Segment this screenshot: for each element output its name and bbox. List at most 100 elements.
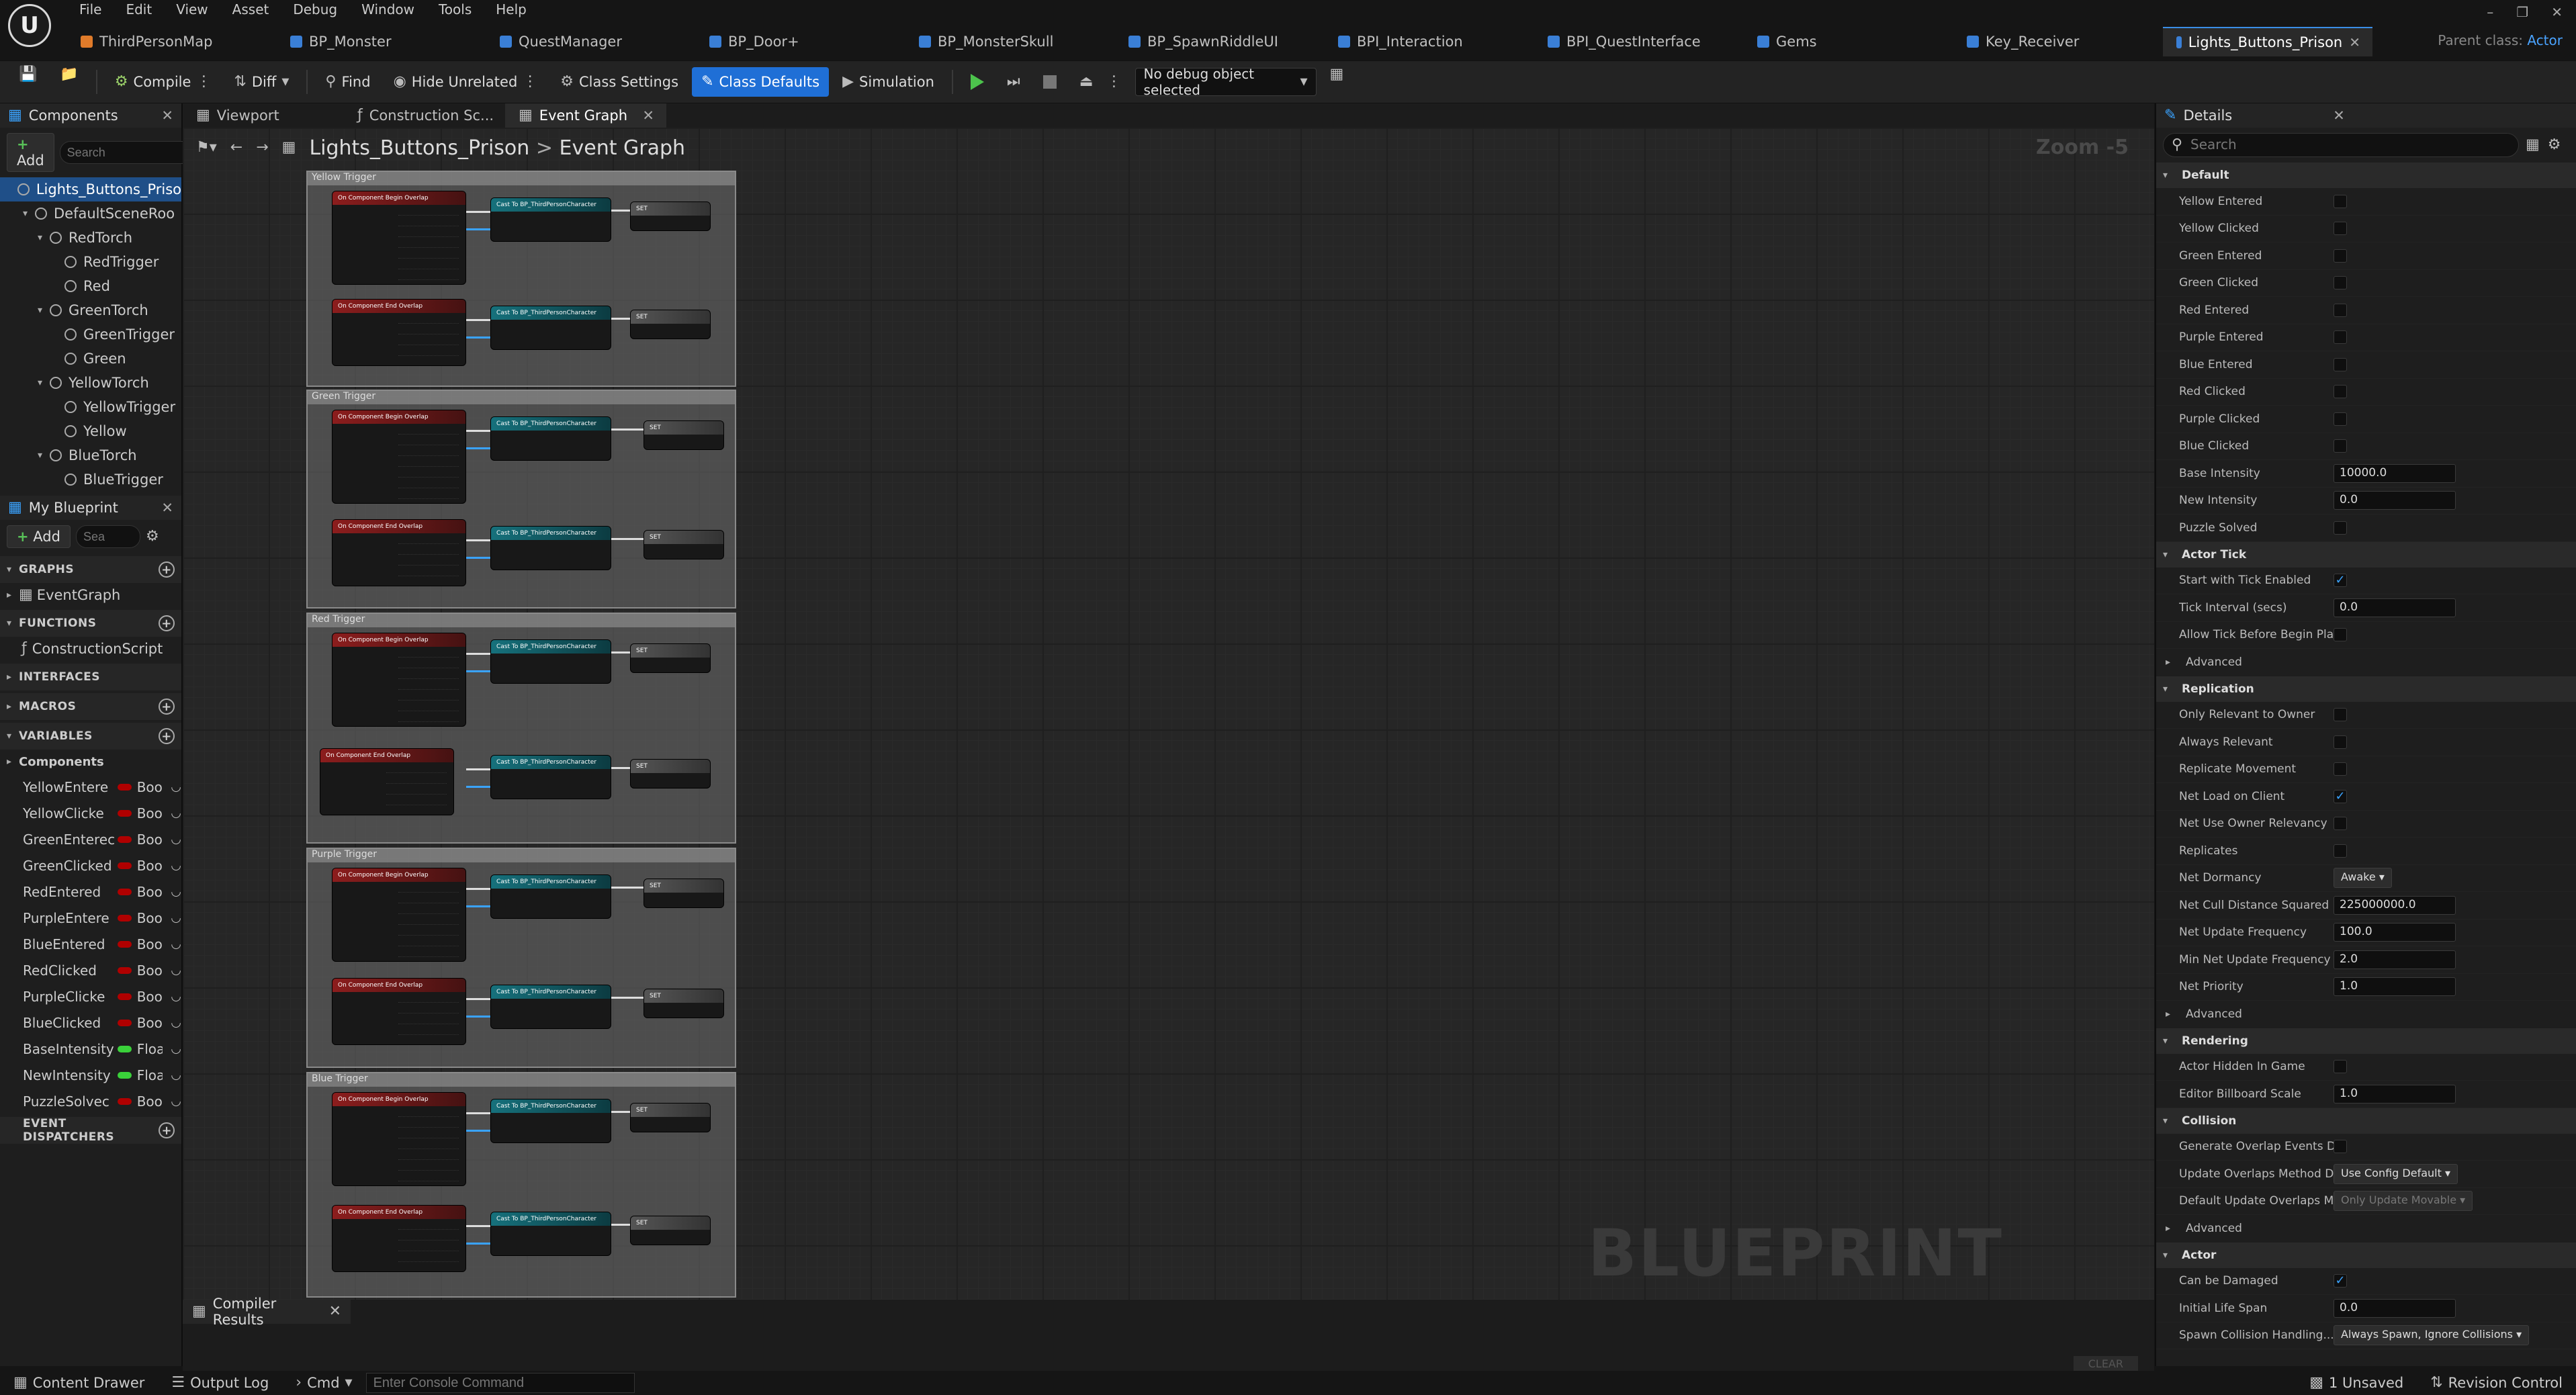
breadcrumb-root[interactable]: Lights_Buttons_Prison [309, 136, 529, 160]
property-checkbox[interactable] [2334, 817, 2347, 831]
menu-help[interactable]: Help [484, 0, 539, 21]
my-blueprint-tab[interactable]: ▦ My Blueprint ✕ [0, 496, 181, 520]
node-pin[interactable] [398, 317, 459, 324]
component-item[interactable]: ▾ DefaultSceneRoo [0, 201, 181, 226]
variable-item[interactable]: PurpleClicke Boole ◡ [0, 983, 181, 1009]
node-pin[interactable] [398, 220, 459, 226]
comment-box[interactable]: Purple Trigger On Component Begin Overlap… [306, 848, 736, 1068]
cast-node[interactable]: Cast To BP_ThirdPersonCharacter [490, 526, 611, 570]
node-pin[interactable] [398, 662, 459, 668]
add-graph-icon[interactable]: + [159, 561, 175, 578]
begin-overlap-node[interactable]: On Component Begin Overlap [332, 410, 466, 504]
minimize-icon[interactable]: – [2487, 4, 2493, 20]
doc-tab[interactable]: QuestManager [486, 27, 696, 56]
debug-object-select[interactable]: No debug object selected ▾ [1135, 66, 1317, 98]
visibility-eye-icon[interactable]: ◡ [171, 1068, 181, 1082]
expand-arrow-icon[interactable]: ▾ [38, 305, 50, 316]
doc-tab[interactable]: BP_Monster [277, 27, 486, 56]
stop-button[interactable] [1034, 67, 1066, 97]
variable-type-pill[interactable] [118, 836, 132, 843]
node-pin[interactable] [398, 241, 459, 248]
hide-unrelated-button[interactable]: ◉ Hide Unrelated ⋮ [384, 67, 547, 97]
node-pin[interactable] [386, 799, 447, 805]
node-pin[interactable] [398, 996, 459, 1003]
property-dropdown[interactable]: Awake ▾ [2334, 868, 2392, 889]
restore-icon[interactable]: ❐ [2516, 4, 2528, 20]
details-section-header[interactable]: ▾ Collision [2156, 1108, 2576, 1134]
cast-node[interactable]: Cast To BP_ThirdPersonCharacter [490, 197, 611, 242]
cmd-dropdown[interactable]: › Cmd ▾ [282, 1375, 365, 1391]
visibility-eye-icon[interactable]: ◡ [171, 1016, 181, 1030]
close-window-icon[interactable]: ✕ [2551, 4, 2563, 20]
menu-debug[interactable]: Debug [281, 0, 349, 21]
begin-overlap-node[interactable]: On Component Begin Overlap [332, 633, 466, 727]
variable-type-pill[interactable] [118, 1071, 132, 1079]
property-checkbox[interactable] [2334, 708, 2347, 722]
interfaces-section[interactable]: ▸ INTERFACES [0, 664, 181, 690]
property-checkbox[interactable] [2334, 222, 2347, 236]
node-pin[interactable] [398, 492, 459, 499]
console-command-input[interactable] [365, 1373, 635, 1393]
add-member-button[interactable]: + Add [7, 525, 71, 548]
visibility-eye-icon[interactable]: ◡ [171, 937, 181, 951]
cast-node[interactable]: Cast To BP_ThirdPersonCharacter [490, 985, 611, 1029]
graphs-section[interactable]: ▾ GRAPHS + [0, 556, 181, 583]
node-pin[interactable] [398, 1245, 459, 1251]
add-macro-icon[interactable]: + [159, 699, 175, 715]
close-icon[interactable]: ✕ [161, 500, 173, 516]
doc-tab[interactable]: BP_MonsterSkull [905, 27, 1115, 56]
property-value-field[interactable]: 1.0 [2334, 977, 2456, 997]
node-pin[interactable] [398, 651, 459, 658]
node-pin[interactable] [398, 439, 459, 445]
variable-type-pill[interactable] [118, 1097, 132, 1105]
begin-overlap-node[interactable]: On Component Begin Overlap [332, 868, 466, 962]
unsaved-button[interactable]: ▩ 1 Unsaved [2296, 1375, 2417, 1391]
play-button[interactable] [961, 67, 993, 97]
variable-item[interactable]: PurpleEntere Boole ◡ [0, 905, 181, 931]
node-pin[interactable] [398, 1039, 459, 1044]
class-settings-button[interactable]: ⚙ Class Settings [551, 67, 688, 97]
variable-item[interactable]: YellowEntere Boole ◡ [0, 774, 181, 800]
doc-tab[interactable]: BP_Door+ [696, 27, 905, 56]
property-value-field[interactable]: 0.0 [2334, 491, 2456, 510]
component-item[interactable]: Lights_Buttons_Priso [0, 177, 181, 201]
property-checkbox[interactable] [2334, 194, 2347, 208]
component-item[interactable]: ▾ GreenTorch [0, 298, 181, 322]
advanced-expander[interactable]: ▸ Advanced [2156, 1001, 2576, 1028]
close-tab-icon[interactable]: ✕ [2349, 34, 2360, 50]
node-pin[interactable] [398, 1132, 459, 1138]
eventgraph-item[interactable]: ▸ ▦ EventGraph [0, 583, 181, 607]
visibility-eye-icon[interactable]: ◡ [171, 858, 181, 872]
visibility-eye-icon[interactable]: ◡ [171, 780, 181, 794]
end-overlap-node[interactable]: On Component End Overlap [332, 299, 466, 366]
end-overlap-node[interactable]: On Component End Overlap [332, 519, 466, 586]
node-pin[interactable] [386, 766, 447, 773]
advanced-expander[interactable]: ▸ Advanced [2156, 649, 2576, 676]
close-icon[interactable]: ✕ [2333, 107, 2345, 124]
property-checkbox[interactable] [2334, 628, 2347, 642]
event-dispatchers-section[interactable]: EVENT DISPATCHERS + [0, 1117, 181, 1144]
event-graph-canvas[interactable]: ⚑▾ ← → ▦ Lights_Buttons_Prison > Event G… [183, 128, 2154, 1300]
gear-icon[interactable]: ⚙ [146, 529, 159, 544]
property-checkbox[interactable]: ✓ [2334, 789, 2347, 803]
add-component-button[interactable]: + Add [7, 133, 54, 172]
property-value-field[interactable]: 10000.0 [2334, 463, 2456, 483]
parent-class-link[interactable]: Actor [2527, 32, 2563, 48]
set-node[interactable]: SET [630, 1103, 711, 1132]
menu-asset[interactable]: Asset [220, 0, 281, 21]
node-pin[interactable] [386, 777, 447, 784]
node-pin[interactable] [386, 809, 447, 815]
graph-tab[interactable]: ƒ Construction Sc... [344, 103, 505, 128]
node-pin[interactable] [398, 580, 459, 586]
comment-box[interactable]: Blue Trigger On Component Begin Overlap Ca… [306, 1072, 736, 1298]
property-dropdown[interactable]: Use Config Default ▾ [2334, 1163, 2458, 1184]
variable-type-pill[interactable] [118, 809, 132, 817]
components-tab[interactable]: ▦ Components ✕ [0, 103, 181, 128]
variable-type-pill[interactable] [118, 966, 132, 974]
node-pin[interactable] [398, 1255, 459, 1262]
table-view-icon[interactable]: ▦ [2526, 138, 2540, 152]
component-item[interactable]: ▾ BlueTorch [0, 443, 181, 467]
variable-type-pill[interactable] [118, 783, 132, 791]
node-pin[interactable] [398, 929, 459, 936]
compile-options-icon[interactable]: ⋮ [196, 75, 211, 89]
